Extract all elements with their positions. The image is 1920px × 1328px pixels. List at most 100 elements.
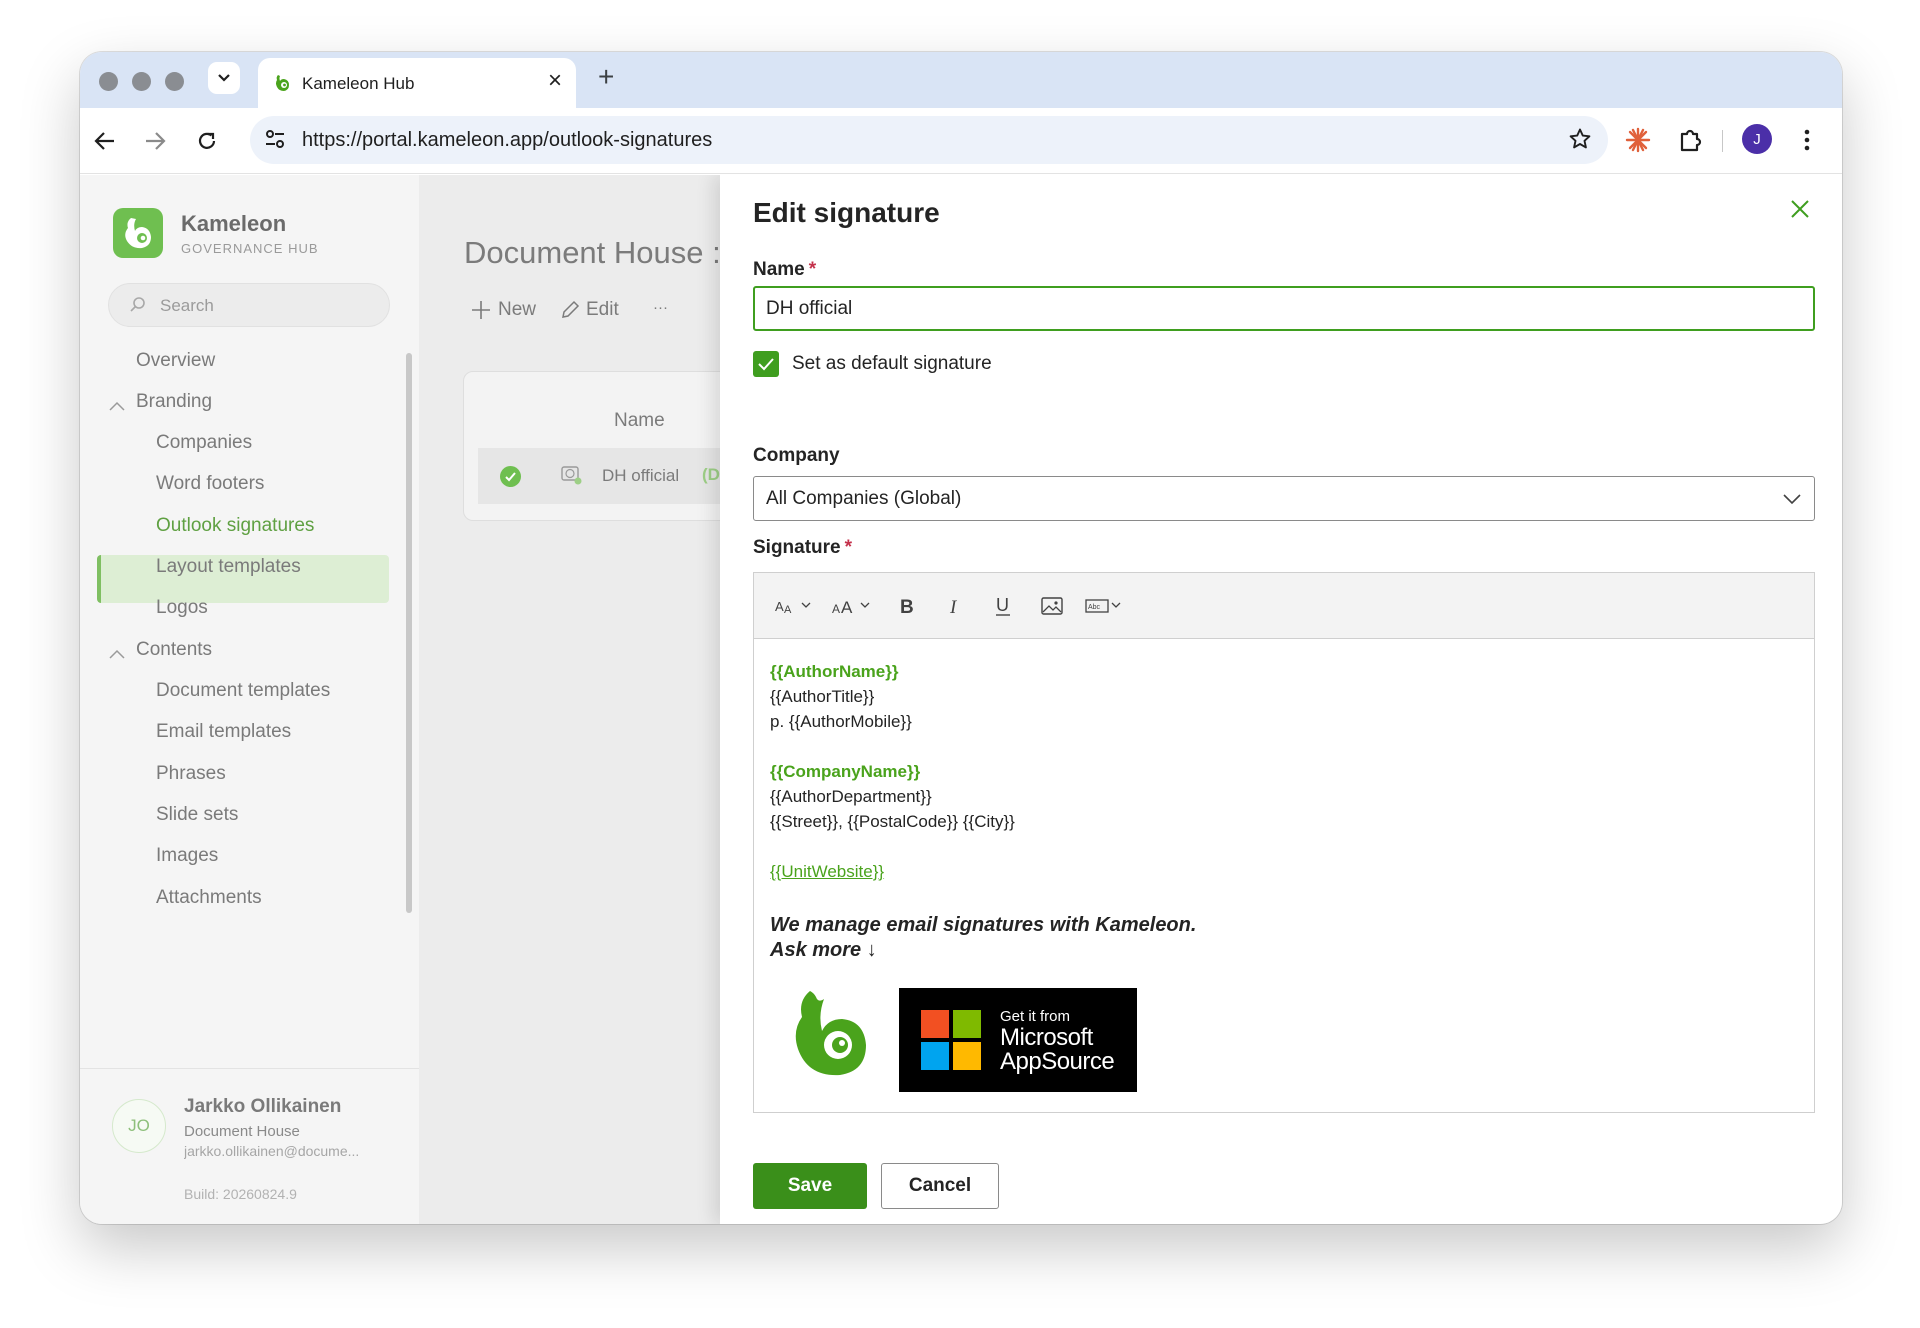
tab-kameleon-hub[interactable]: Kameleon Hub × bbox=[258, 58, 576, 108]
forward-button[interactable] bbox=[140, 126, 170, 156]
sidebar-item-slide-sets[interactable]: Slide sets bbox=[156, 804, 238, 826]
svg-text:A: A bbox=[784, 604, 792, 616]
sidebar-item-overview[interactable]: Overview bbox=[136, 350, 215, 372]
user-organization: Document House bbox=[184, 1123, 300, 1140]
ms-logo-yellow bbox=[953, 1042, 981, 1070]
close-window-button[interactable] bbox=[99, 72, 118, 91]
company-select-value: All Companies (Global) bbox=[766, 488, 962, 509]
insert-field-button[interactable]: Abc bbox=[1084, 591, 1128, 621]
svg-text:Abc: Abc bbox=[1088, 604, 1101, 611]
sidebar-item-companies[interactable]: Companies bbox=[156, 432, 252, 454]
user-profile[interactable]: JO Jarkko Ollikainen Document House jark… bbox=[80, 1068, 419, 1224]
search-placeholder: Search bbox=[160, 296, 214, 315]
font-size-button[interactable]: AA bbox=[831, 591, 875, 621]
appsource-badge[interactable]: Get it from Microsoft AppSource bbox=[899, 988, 1137, 1092]
chevron-up-icon[interactable] bbox=[109, 649, 125, 659]
company-label: Company bbox=[753, 445, 840, 466]
edit-button[interactable]: Edit bbox=[560, 299, 619, 321]
tagline-line-2: Ask more ↓ bbox=[770, 939, 877, 961]
signature-name-input[interactable] bbox=[753, 286, 1815, 331]
page-title-text: Document House bbox=[464, 235, 704, 270]
sidebar-item-document-templates[interactable]: Document templates bbox=[156, 680, 330, 702]
url-text[interactable]: https://portal.kameleon.app/outlook-sign… bbox=[302, 129, 712, 152]
minimize-window-button[interactable] bbox=[132, 72, 151, 91]
ms-logo-green bbox=[953, 1010, 981, 1038]
sidebar-scrollbar[interactable] bbox=[406, 353, 412, 913]
kameleon-chameleon-logo[interactable] bbox=[790, 985, 870, 1085]
font-size-icon: AA bbox=[832, 598, 870, 617]
zoom-window-button[interactable] bbox=[165, 72, 184, 91]
signature-label-text: Signature bbox=[753, 537, 841, 558]
sidebar-item-layout-templates[interactable]: Layout templates bbox=[156, 556, 301, 578]
svg-text:I: I bbox=[949, 597, 958, 617]
underline-icon: U bbox=[996, 595, 1010, 616]
signature-content[interactable]: {{AuthorName}} {{AuthorTitle}} p. {{Auth… bbox=[770, 659, 1196, 963]
asterisk-extension-icon[interactable] bbox=[1624, 126, 1652, 154]
extensions-puzzle-icon[interactable] bbox=[1676, 126, 1704, 154]
bold-icon: B bbox=[900, 597, 914, 617]
tab-search-button[interactable] bbox=[208, 62, 240, 94]
website-link[interactable]: {{UnitWebsite}} bbox=[770, 859, 1196, 884]
signature-globe-icon bbox=[561, 466, 582, 485]
close-tab-icon[interactable]: × bbox=[548, 69, 562, 93]
image-icon bbox=[1041, 597, 1063, 615]
required-mark: * bbox=[844, 537, 853, 558]
tab-strip: Kameleon Hub × + bbox=[80, 52, 1842, 108]
sidebar-item-word-footers[interactable]: Word footers bbox=[156, 473, 264, 495]
sidebar-search[interactable]: Search bbox=[108, 283, 390, 327]
required-mark: * bbox=[808, 259, 817, 280]
sidebar-group-contents[interactable]: Contents bbox=[136, 639, 212, 661]
sidebar-item-attachments[interactable]: Attachments bbox=[156, 887, 262, 909]
kameleon-logo-icon bbox=[113, 208, 163, 258]
microsoft-logo-icon bbox=[921, 1010, 981, 1070]
svg-text:A: A bbox=[841, 598, 853, 617]
pencil-icon bbox=[562, 300, 580, 318]
editor-toolbar: AA AA B I U Abc bbox=[754, 573, 1814, 639]
close-icon[interactable] bbox=[1790, 199, 1810, 219]
default-signature-checkbox[interactable] bbox=[753, 351, 779, 377]
sidebar-item-logos[interactable]: Logos bbox=[156, 597, 208, 619]
font-family-button[interactable]: AA bbox=[774, 591, 814, 621]
italic-button[interactable]: I bbox=[944, 591, 966, 621]
back-button[interactable] bbox=[90, 126, 120, 156]
page-title: Document House : bbox=[464, 235, 721, 271]
bold-button[interactable]: B bbox=[896, 591, 918, 621]
column-header-name[interactable]: Name bbox=[614, 410, 665, 432]
name-label-text: Name bbox=[753, 259, 805, 280]
text-field-icon: Abc bbox=[1085, 599, 1121, 613]
cancel-button[interactable]: Cancel bbox=[881, 1163, 999, 1209]
underline-button[interactable]: U bbox=[992, 591, 1014, 621]
signature-editor[interactable]: AA AA B I U Abc {{AuthorName}} {{AuthorT… bbox=[753, 572, 1815, 1113]
sidebar-group-branding[interactable]: Branding bbox=[136, 391, 212, 413]
site-settings-icon[interactable] bbox=[264, 128, 286, 150]
more-button[interactable]: ··· bbox=[653, 299, 668, 316]
ms-logo-blue bbox=[921, 1042, 949, 1070]
svg-text:A: A bbox=[775, 599, 784, 614]
save-button[interactable]: Save bbox=[753, 1163, 867, 1209]
reload-icon bbox=[198, 132, 216, 149]
bookmark-star-icon[interactable] bbox=[1568, 127, 1592, 151]
author-name-placeholder: {{AuthorName}} bbox=[770, 662, 899, 681]
address-bar[interactable]: https://portal.kameleon.app/outlook-sign… bbox=[250, 116, 1608, 164]
edit-button-label: Edit bbox=[586, 299, 619, 320]
sidebar-item-email-templates[interactable]: Email templates bbox=[156, 721, 291, 743]
row-name: DH official bbox=[602, 466, 680, 485]
default-signature-label[interactable]: Set as default signature bbox=[792, 353, 992, 375]
new-tab-button[interactable]: + bbox=[598, 62, 614, 92]
sidebar-item-outlook-signatures[interactable]: Outlook signatures bbox=[156, 515, 314, 537]
chevron-up-icon[interactable] bbox=[109, 401, 125, 411]
sidebar: Kameleon GOVERNANCE HUB Search Overview … bbox=[80, 175, 419, 1224]
new-button[interactable]: New bbox=[470, 299, 536, 321]
reload-button[interactable] bbox=[192, 126, 222, 156]
profile-avatar[interactable]: J bbox=[1742, 124, 1772, 154]
user-avatar: JO bbox=[112, 1099, 166, 1153]
more-vertical-icon[interactable] bbox=[1802, 126, 1812, 154]
insert-image-button[interactable] bbox=[1040, 591, 1064, 621]
company-select[interactable]: All Companies (Global) bbox=[753, 476, 1815, 521]
sidebar-item-phrases[interactable]: Phrases bbox=[156, 763, 226, 785]
italic-icon: I bbox=[949, 597, 958, 617]
sidebar-item-images[interactable]: Images bbox=[156, 845, 218, 867]
